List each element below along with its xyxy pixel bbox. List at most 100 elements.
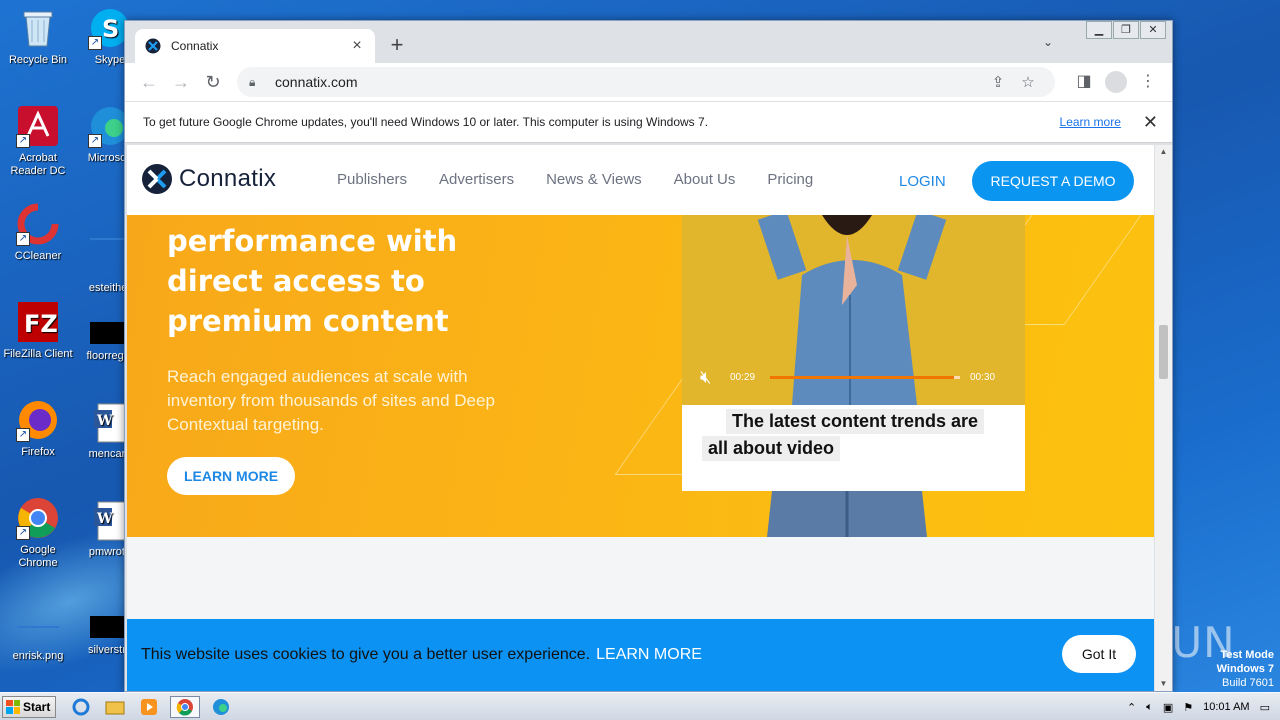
desktop-icon-label: Acrobat Reader DC	[10, 152, 66, 177]
nav-news-views[interactable]: News & Views	[546, 171, 642, 188]
forward-arrow-icon[interactable]: →	[165, 72, 197, 93]
desktop-icon-recycle-bin[interactable]: Recycle Bin	[0, 6, 76, 67]
total-time: 00:30	[970, 371, 996, 383]
video-progress-fill	[770, 375, 955, 379]
address-bar[interactable]: 🔒︎ connatix.com ⇪ ☆	[237, 67, 1055, 97]
hero-headline: performance with direct access to premiu…	[167, 221, 587, 341]
scroll-up-arrow-icon[interactable]: ▲	[1155, 145, 1172, 159]
login-link[interactable]: LOGIN	[899, 173, 946, 190]
scroll-thumb[interactable]	[1159, 325, 1168, 379]
volume-icon[interactable]: 🔈︎	[1146, 701, 1153, 714]
got-it-button[interactable]: Got It	[1062, 635, 1136, 673]
tab-close-icon[interactable]: ×	[349, 37, 365, 55]
clock[interactable]: 10:01 AM	[1203, 701, 1249, 713]
network-icon[interactable]: ▣	[1163, 701, 1173, 714]
desktop-icon-filezilla[interactable]: FZ FileZilla Client	[0, 300, 76, 361]
video-caption: The latest content trends are all about …	[682, 405, 1025, 491]
action-center-flag-icon[interactable]: ⚑	[1183, 701, 1193, 714]
back-arrow-icon[interactable]: ←	[133, 72, 165, 93]
tab-connatix[interactable]: Connatix ×	[135, 29, 375, 63]
desktop-icon-enrisk[interactable]: enrisk.png	[0, 616, 76, 663]
connatix-favicon-icon	[145, 38, 161, 54]
chrome-icon: ↗	[16, 496, 60, 540]
muted-speaker-icon[interactable]: 🔇︎	[700, 367, 730, 388]
taskbar: Start ⌃ 🔈︎ ▣ ⚑ 10:01 AM ▭	[0, 692, 1280, 720]
tray-expand-icon[interactable]: ⌃	[1127, 701, 1136, 714]
desktop-icon-label: Skype	[94, 54, 126, 66]
cookie-banner: This website uses cookies to give you a …	[127, 619, 1154, 691]
new-tab-plus-icon[interactable]: +	[387, 33, 407, 57]
ccleaner-icon: ↗	[16, 202, 60, 246]
video-controls: 🔇︎ 00:29 00:30	[700, 367, 1010, 387]
chrome-window: Connatix × + ⌄ ▁ ❐ ✕ ← → ↻ 🔒︎ connatix.c…	[124, 20, 1173, 692]
desktop-icon-label: Google Chrome	[18, 544, 58, 569]
show-desktop-icon[interactable]: ▭	[1260, 701, 1270, 714]
url-text: connatix.com	[275, 74, 358, 90]
menu-kebab-icon[interactable]: ⋮	[1132, 69, 1164, 95]
site-nav: Publishers Advertisers News & Views Abou…	[337, 171, 845, 188]
file-explorer-icon[interactable]	[102, 696, 128, 718]
site-header: Connatix Publishers Advertisers News & V…	[127, 145, 1154, 215]
nav-advertisers[interactable]: Advertisers	[439, 171, 514, 188]
side-panel-icon[interactable]: ◨	[1068, 69, 1100, 95]
connatix-logo[interactable]: Connatix	[141, 163, 276, 195]
nav-publishers[interactable]: Publishers	[337, 171, 407, 188]
internet-explorer-icon[interactable]	[68, 696, 94, 718]
recycle-bin-icon	[16, 6, 60, 50]
desktop-icon-chrome[interactable]: ↗ Google Chrome	[0, 496, 76, 570]
desktop-icon-firefox[interactable]: ↗ Firefox	[0, 398, 76, 459]
video-player[interactable]: 🔇︎ 00:29 00:30 The latest content trends…	[682, 215, 1025, 491]
os-version-line: Windows 7	[1216, 663, 1274, 675]
hero-learn-more-button[interactable]: LEARN MORE	[167, 457, 295, 495]
infobar-close-icon[interactable]: ✕	[1143, 112, 1158, 133]
page-scrollbar[interactable]: ▲ ▼	[1155, 145, 1172, 691]
test-mode-notice: Test Mode Windows 7 Build 7601	[1217, 648, 1274, 690]
restore-icon[interactable]: ❐	[1113, 21, 1139, 39]
update-infobar: To get future Google Chrome updates, you…	[125, 101, 1172, 143]
page-viewport: Connatix Publishers Advertisers News & V…	[127, 145, 1154, 691]
close-window-icon[interactable]: ✕	[1140, 21, 1166, 39]
build-line: Build 7601	[1222, 677, 1274, 689]
start-label: Start	[23, 699, 51, 714]
hero-headline-line: premium content	[167, 304, 449, 338]
desktop-icon-acrobat[interactable]: ↗ Acrobat Reader DC	[0, 104, 76, 178]
media-player-icon[interactable]	[136, 696, 162, 718]
minimize-icon[interactable]: ▁	[1086, 21, 1112, 39]
desktop-icon-ccleaner[interactable]: ↗ CCleaner	[0, 202, 76, 263]
svg-text:W: W	[96, 511, 113, 527]
logo-text: Connatix	[179, 165, 277, 192]
browser-toolbar: ← → ↻ 🔒︎ connatix.com ⇪ ☆ ◨ ⋮	[125, 63, 1172, 101]
windows-flag-icon	[6, 699, 20, 714]
svg-text:S: S	[102, 15, 119, 43]
tab-search-chevron-icon[interactable]: ⌄	[1043, 35, 1053, 49]
cookie-learn-more-link[interactable]: LEARN MORE	[596, 646, 702, 664]
lock-icon[interactable]: 🔒︎	[249, 75, 263, 90]
tab-title: Connatix	[171, 39, 219, 53]
desktop-icon-label: FileZilla Client	[3, 348, 73, 360]
profile-avatar-icon[interactable]	[1105, 71, 1127, 93]
test-mode-line: Test Mode	[1220, 649, 1274, 661]
acrobat-icon: ↗	[16, 104, 60, 148]
nav-about-us[interactable]: About Us	[674, 171, 736, 188]
desktop-icon-label: CCleaner	[14, 250, 62, 262]
caption-line-1: The latest content trends are	[726, 409, 985, 434]
share-icon[interactable]: ⇪	[983, 73, 1013, 91]
infobar-learn-more-link[interactable]: Learn more	[1060, 115, 1121, 129]
start-button[interactable]: Start	[2, 695, 56, 718]
request-demo-button[interactable]: REQUEST A DEMO	[972, 161, 1134, 201]
video-frame-image: 🔇︎ 00:29 00:30	[682, 215, 1025, 405]
hero-headline-line: direct access to	[167, 264, 425, 298]
nav-pricing[interactable]: Pricing	[767, 171, 813, 188]
cookie-text: This website uses cookies to give you a …	[141, 646, 591, 663]
video-progress-bar[interactable]	[770, 375, 960, 379]
image-file-icon	[16, 626, 60, 646]
caption-line-2: all about video	[702, 436, 841, 461]
bookmark-star-icon[interactable]: ☆	[1013, 73, 1043, 91]
desktop-icon-label: Recycle Bin	[8, 54, 68, 66]
edge-taskbar-icon[interactable]	[208, 696, 234, 718]
scroll-down-arrow-icon[interactable]: ▼	[1155, 677, 1172, 691]
chrome-taskbar-icon[interactable]	[170, 695, 200, 718]
svg-text:FZ: FZ	[24, 310, 58, 338]
reload-icon[interactable]: ↻	[197, 72, 229, 93]
desktop-icon-label: enrisk.png	[12, 650, 64, 662]
